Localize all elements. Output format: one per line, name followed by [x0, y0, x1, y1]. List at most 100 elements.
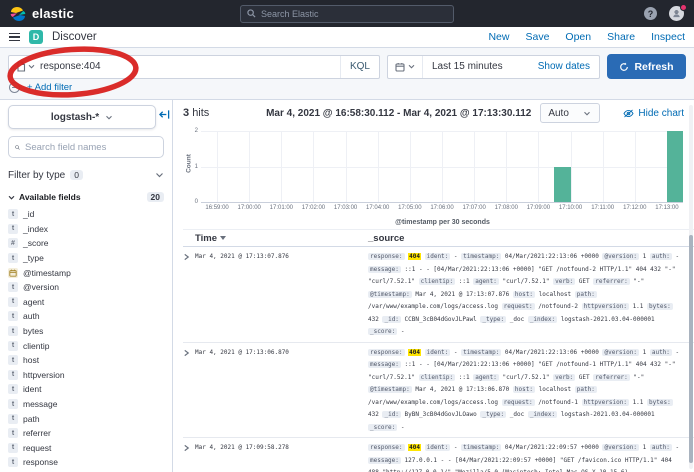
add-filter-button[interactable]: + Add filter [27, 82, 72, 93]
field-item-httpversion[interactable]: thttpversion [8, 368, 164, 383]
hits-label: hits [192, 107, 209, 119]
table-row: Mar 4, 2021 @ 17:13:07.876response: 404 … [183, 247, 694, 343]
source-field-badge: @version: [602, 253, 639, 260]
field-item-agent[interactable]: tagent [8, 295, 164, 310]
field-name: bytes [23, 326, 43, 336]
y-tick-label: 2 [188, 128, 198, 134]
field-item-@version[interactable]: t@version [8, 280, 164, 295]
saved-query-menu-button[interactable] [9, 61, 40, 72]
field-item-response[interactable]: tresponse [8, 455, 164, 470]
refresh-button[interactable]: Refresh [607, 54, 686, 79]
scrollbar-thumb[interactable] [689, 235, 693, 463]
time-range-value[interactable]: Last 15 minutes [423, 61, 529, 72]
action-open[interactable]: Open [565, 31, 591, 43]
x-tick-label: 17:01:00 [270, 205, 293, 211]
source-field-badge: timestamp: [461, 444, 501, 451]
field-list: t_idt_index#_scoret_type @timestamp t@vers… [8, 207, 164, 472]
string-field-icon: t [8, 341, 18, 351]
filter-icon[interactable] [9, 82, 20, 93]
document-time: Mar 4, 2021 @ 17:09:58.278 [195, 442, 368, 472]
source-field-badge: @timestamp: [368, 291, 412, 298]
x-tick-label: 17:13:00 [655, 205, 678, 211]
sidebar: logstash-* Filter by type 0 Available fi… [0, 100, 173, 472]
available-fields-header[interactable]: Available fields 20 [8, 192, 164, 202]
query-language-button[interactable]: KQL [340, 56, 379, 78]
source-field-badge: ident: [425, 349, 451, 356]
field-search-input[interactable] [25, 142, 157, 153]
source-field-badge: response: [368, 349, 405, 356]
scrollbar-track[interactable] [689, 105, 693, 469]
document-source: response: 404 ident: - timestamp: 04/Mar… [368, 347, 694, 435]
x-tick-label: 17:06:00 [430, 205, 453, 211]
user-icon [672, 9, 681, 18]
main-content: 3 hits Mar 4, 2021 @ 16:58:30.112 - Mar … [173, 100, 694, 472]
query-input-group: KQL [8, 55, 380, 79]
eye-slash-icon [623, 109, 634, 118]
help-icon[interactable]: ? [644, 7, 657, 20]
action-inspect[interactable]: Inspect [651, 31, 685, 43]
x-tick-label: 17:00:00 [238, 205, 261, 211]
search-icon [15, 143, 20, 152]
source-field-badge: ident: [425, 444, 451, 451]
string-field-icon: t [8, 399, 18, 409]
time-range-display: Mar 4, 2021 @ 16:58:30.112 - Mar 4, 2021… [266, 108, 531, 119]
highlighted-value: 404 [408, 253, 421, 260]
field-item-@timestamp[interactable]: @timestamp [8, 265, 164, 280]
string-field-icon: t [8, 311, 18, 321]
global-search[interactable] [240, 5, 454, 23]
interval-select[interactable]: Auto [540, 103, 600, 123]
refresh-icon [619, 62, 629, 72]
field-item-_score[interactable]: #_score [8, 236, 164, 251]
source-field-badge: ident: [425, 253, 451, 260]
expand-row-icon[interactable] [183, 442, 195, 472]
field-search[interactable] [8, 136, 164, 158]
expand-row-icon[interactable] [183, 251, 195, 339]
index-pattern-selector[interactable]: logstash-* [8, 105, 156, 129]
field-name: path [23, 414, 40, 424]
query-band: KQL Last 15 minutes Show dates Refresh +… [0, 48, 694, 100]
source-field-badge: referrer: [593, 278, 630, 285]
collapse-sidebar-icon[interactable] [159, 109, 170, 120]
field-name: message [23, 399, 58, 409]
calendar-menu-button[interactable] [388, 56, 423, 78]
field-item-ident[interactable]: tident [8, 382, 164, 397]
source-field-badge: httpversion: [582, 399, 629, 406]
field-item-host[interactable]: thost [8, 353, 164, 368]
user-avatar[interactable] [669, 6, 684, 21]
global-search-input[interactable] [261, 9, 447, 19]
body: logstash-* Filter by type 0 Available fi… [0, 100, 694, 472]
field-item-message[interactable]: t message [8, 397, 164, 412]
field-item-path[interactable]: tpath [8, 411, 164, 426]
field-item-auth[interactable]: tauth [8, 309, 164, 324]
expand-row-icon[interactable] [183, 347, 195, 435]
refresh-label: Refresh [634, 61, 673, 73]
field-name: @timestamp [23, 268, 71, 278]
field-item-_index[interactable]: t_index [8, 222, 164, 237]
histogram-bar[interactable] [554, 167, 570, 203]
time-column-header[interactable]: Time [195, 233, 368, 244]
filter-by-type-count: 0 [70, 170, 83, 180]
string-field-icon: t [8, 457, 18, 467]
field-item-clientip[interactable]: tclientip [8, 338, 164, 353]
action-new[interactable]: New [488, 31, 509, 43]
field-item-bytes[interactable]: tbytes [8, 324, 164, 339]
source-field-badge: agent: [473, 374, 499, 381]
field-item-referrer[interactable]: treferrer [8, 426, 164, 441]
filter-by-type[interactable]: Filter by type 0 [8, 165, 164, 185]
elastic-brand[interactable]: elastic [10, 6, 74, 22]
field-item-_type[interactable]: t_type [8, 251, 164, 266]
field-item-request[interactable]: trequest [8, 441, 164, 456]
show-dates-link[interactable]: Show dates [529, 61, 599, 72]
field-name: host [23, 355, 39, 365]
hide-chart-link[interactable]: Hide chart [623, 108, 684, 119]
calendar-icon [395, 62, 405, 72]
app-actions: New Save Open Share Inspect [488, 31, 685, 43]
query-input[interactable] [40, 61, 340, 72]
field-item-_id[interactable]: t_id [8, 207, 164, 222]
histogram-bar[interactable] [667, 131, 683, 202]
action-share[interactable]: Share [607, 31, 635, 43]
hamburger-menu-icon[interactable] [9, 33, 20, 42]
highlighted-value: 404 [408, 349, 421, 356]
field-name: referrer [23, 428, 51, 438]
action-save[interactable]: Save [525, 31, 549, 43]
